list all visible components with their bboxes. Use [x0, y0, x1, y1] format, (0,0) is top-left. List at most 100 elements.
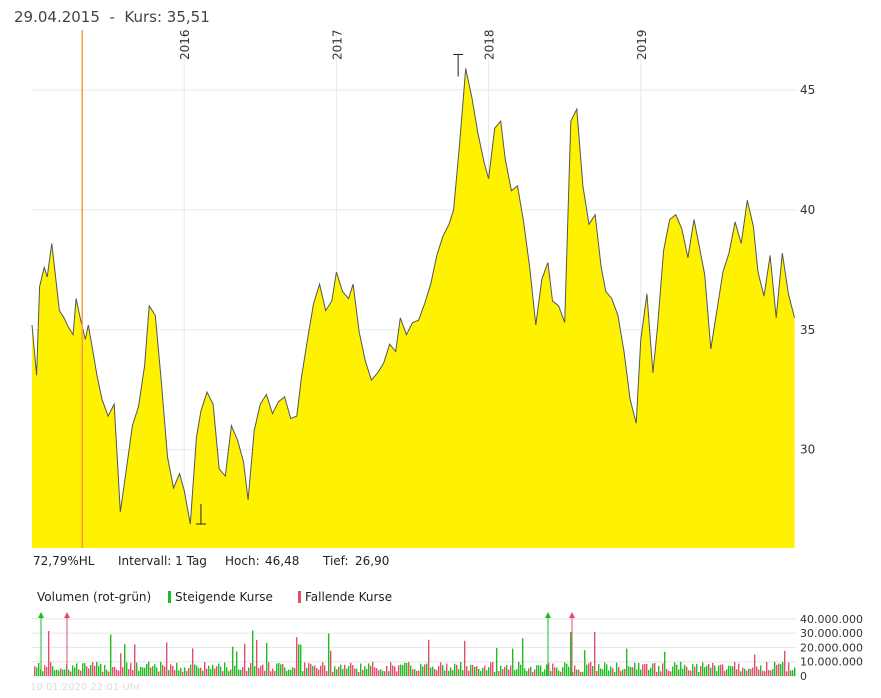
volume-bar — [50, 662, 52, 676]
volume-bar — [316, 668, 318, 676]
volume-bar — [422, 666, 424, 676]
volume-bar — [550, 670, 552, 676]
volume-bar — [416, 671, 418, 676]
volume-bar — [750, 669, 752, 676]
volume-bar — [218, 663, 220, 676]
volume-bar — [598, 664, 600, 676]
volume-bar — [116, 669, 118, 676]
volume-bar — [206, 668, 208, 676]
volume-bar — [466, 666, 468, 676]
volume-bar — [682, 668, 684, 676]
volume-bar — [458, 669, 460, 676]
volume-bar — [176, 662, 178, 676]
volume-bar — [98, 665, 100, 676]
volume-bar — [120, 653, 122, 676]
volume-bar — [736, 669, 738, 676]
volume-bar — [584, 650, 586, 676]
volume-bar — [124, 644, 126, 676]
volume-bar — [718, 665, 720, 676]
volume-bar — [628, 666, 630, 676]
x-axis-ticks: 2016 2017 2018 2019 — [178, 29, 649, 60]
volume-bar — [518, 661, 520, 676]
volume-bar — [444, 670, 446, 676]
volume-bar — [420, 663, 422, 676]
volume-bar — [372, 661, 374, 676]
volume-bar — [622, 669, 624, 676]
volume-bar — [776, 664, 778, 676]
volume-bar — [774, 661, 776, 676]
volume-bar — [52, 666, 54, 676]
volume-bar — [452, 670, 454, 676]
volume-bar — [44, 665, 46, 676]
volume-bar — [92, 662, 94, 676]
volume-bar — [592, 666, 594, 676]
volume-bar — [380, 669, 382, 676]
volume-bar — [432, 666, 434, 676]
volume-bar — [360, 663, 362, 676]
volume-bar — [792, 670, 794, 676]
volume-bar — [664, 651, 666, 676]
volume-bar — [332, 671, 334, 676]
volume-bar — [590, 661, 592, 676]
volume-bar — [666, 669, 668, 676]
volume-bar — [502, 669, 504, 676]
volume-bar — [84, 663, 86, 676]
falling-swatch-icon — [298, 591, 301, 603]
volume-bar — [264, 670, 266, 676]
volume-arrow-icon — [545, 612, 551, 618]
volume-bar — [160, 661, 162, 676]
volume-bar — [492, 661, 494, 676]
volume-bar — [80, 670, 82, 676]
volume-bar — [408, 661, 410, 676]
volume-bar — [532, 671, 534, 676]
volume-bar — [122, 667, 124, 676]
volume-bar — [692, 664, 694, 676]
volume-bar — [588, 663, 590, 676]
volume-bar — [252, 630, 254, 676]
price-chart[interactable]: 2016 2017 2018 2019 30 35 40 45 — [0, 0, 881, 560]
volume-bar — [86, 666, 88, 676]
volume-bar — [778, 663, 780, 676]
volume-bar — [734, 661, 736, 676]
volume-bar — [244, 643, 246, 676]
volume-bar — [648, 669, 650, 676]
volume-bar — [694, 666, 696, 676]
volume-bar — [756, 666, 758, 676]
low-label: Tief: — [323, 554, 349, 568]
volume-bar — [376, 668, 378, 676]
volume-bar — [476, 666, 478, 676]
volume-bar — [304, 662, 306, 676]
high-label: Hoch: — [225, 554, 260, 568]
volume-bar — [168, 670, 170, 676]
volume-bar — [130, 662, 132, 676]
volume-bar — [504, 666, 506, 676]
volume-bar — [600, 668, 602, 676]
volume-bar — [188, 667, 190, 676]
volume-bar — [70, 671, 72, 676]
volume-bar — [388, 671, 390, 676]
volume-bar — [468, 670, 470, 676]
volume-bar — [222, 671, 224, 676]
volume-bar — [478, 668, 480, 676]
volume-bar — [82, 663, 84, 676]
volume-bar — [326, 671, 328, 676]
volume-bar — [54, 670, 56, 676]
volume-bar — [642, 664, 644, 676]
volume-bar — [36, 667, 38, 676]
volume-bar — [546, 664, 548, 676]
volume-bar — [474, 666, 476, 676]
volume-bar — [576, 669, 578, 676]
volume-bar — [542, 671, 544, 676]
volume-bar — [46, 666, 48, 676]
volume-bar — [204, 662, 206, 676]
volume-bar — [624, 668, 626, 676]
volume-bar — [554, 667, 556, 676]
volume-tick-label: 30.000.000 — [800, 627, 863, 640]
volume-bar — [202, 670, 204, 676]
volume-bar — [782, 662, 784, 676]
volume-bar — [714, 665, 716, 676]
timestamp-footer: 10.01.2020 22:01 Uhr — [30, 682, 141, 693]
volume-bar — [366, 668, 368, 676]
volume-bar — [578, 669, 580, 676]
volume-bar — [526, 670, 528, 676]
